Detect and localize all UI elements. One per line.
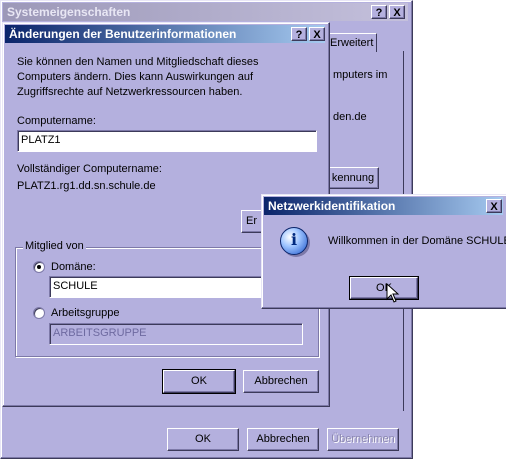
network-id-popup: Netzwerkidentifikation X i Willkommen in… (261, 194, 506, 309)
workgroup-label: Arbeitsgruppe (51, 307, 120, 319)
info-icon-glyph: i (290, 230, 298, 249)
full-name-label: Vollständiger Computername: (17, 163, 162, 175)
system-ok-label: OK (195, 433, 211, 445)
info-icon: i (280, 227, 308, 255)
member-of-label: Mitglied von (23, 240, 86, 252)
description-text: Sie können den Namen und Mitgliedschaft … (17, 56, 259, 98)
domain-label: Domäne: (51, 261, 96, 273)
tab-advanced-label: Erweitert (330, 37, 374, 49)
full-name-value: PLATZ1.rg1.dd.sn.schule.de (17, 180, 156, 192)
workgroup-radio[interactable] (33, 307, 45, 319)
user-info-ok-button[interactable]: OK (162, 369, 236, 394)
user-info-close-button[interactable]: X (309, 27, 325, 41)
more-button-label: Er (246, 215, 257, 227)
network-id-button-label: kennung (331, 172, 375, 184)
system-cancel-label: Abbrechen (256, 433, 310, 445)
network-id-titlebar: Netzwerkidentifikation (264, 197, 503, 215)
background-text-2: den.de (333, 111, 367, 123)
system-cancel-button[interactable]: Abbrechen (247, 428, 319, 451)
domain-radio[interactable] (33, 261, 45, 273)
domain-radio-dot (37, 265, 41, 269)
user-info-cancel-button[interactable]: Abbrechen (243, 370, 319, 393)
background-text-1: mputers im (333, 69, 388, 81)
computer-name-input[interactable]: PLATZ1 (17, 130, 317, 152)
computer-name-label: Computername: (17, 115, 96, 127)
network-id-title: Netzwerkidentifikation (268, 199, 396, 213)
network-id-button[interactable]: kennung (327, 167, 379, 189)
user-info-help-button[interactable]: ? (291, 27, 307, 41)
close-button[interactable]: X (389, 5, 405, 19)
system-apply-button: Übernehmen (327, 428, 399, 451)
system-ok-button[interactable]: OK (167, 428, 239, 451)
tab-advanced[interactable]: Erweitert (327, 33, 377, 52)
system-apply-label: Übernehmen (331, 433, 395, 445)
user-info-cancel-label: Abbrechen (254, 375, 308, 387)
help-button[interactable]: ? (371, 5, 387, 19)
user-info-ok-label: OK (191, 375, 207, 387)
mouse-cursor-icon (386, 283, 400, 303)
system-properties-title: Systemeigenschaften (7, 5, 131, 19)
network-id-close-button[interactable]: X (486, 199, 502, 213)
network-id-ok-button[interactable]: OK (349, 276, 419, 300)
user-info-title: Änderungen der Benutzerinformationen (9, 27, 237, 41)
workgroup-input: ARBEITSGRUPPE (49, 323, 303, 345)
network-id-message: Willkommen in der Domäne SCHULE (328, 235, 506, 247)
user-info-titlebar: Änderungen der Benutzerinformationen (5, 25, 325, 43)
system-properties-titlebar: Systemeigenschaften (3, 3, 408, 21)
